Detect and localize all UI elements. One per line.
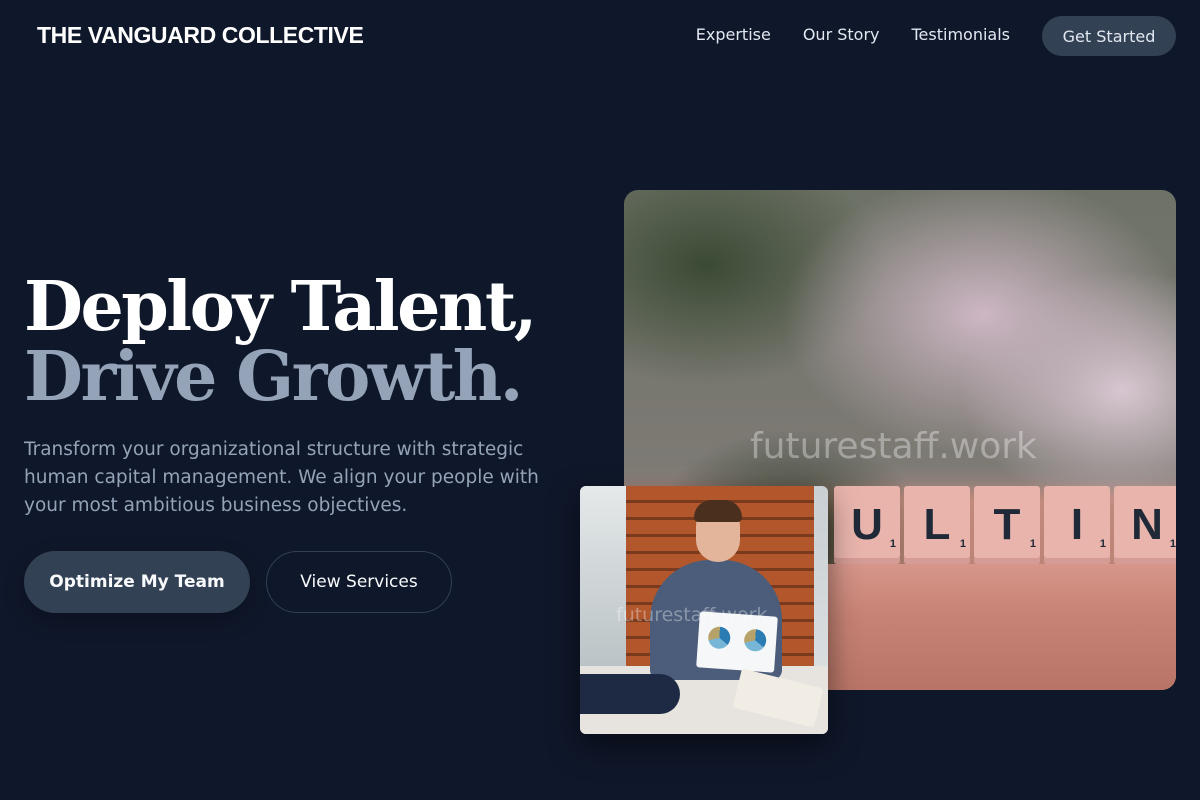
office-window bbox=[580, 486, 626, 676]
brand-logo[interactable]: THE VANGUARD COLLECTIVE bbox=[37, 22, 364, 49]
tile-letter: N bbox=[1131, 500, 1163, 549]
tile-score: 1 bbox=[1029, 538, 1036, 550]
top-navigation: THE VANGUARD COLLECTIVE Expertise Our St… bbox=[0, 0, 1200, 72]
tile-letter: I bbox=[1070, 500, 1084, 549]
nav-link-our-story[interactable]: Our Story bbox=[803, 25, 880, 44]
scrabble-tile: I1 bbox=[1044, 486, 1110, 564]
tile-score: 1 bbox=[959, 538, 966, 550]
scrabble-tiles: U1 L1 T1 I1 N1 bbox=[834, 486, 1176, 564]
tile-score: 1 bbox=[889, 538, 896, 550]
tile-letter: T bbox=[993, 500, 1021, 549]
tile-letter: L bbox=[923, 500, 951, 549]
image-watermark: futurestaff.work bbox=[616, 604, 768, 626]
hero-description: Transform your organizational structure … bbox=[24, 439, 539, 516]
scrabble-tile: T1 bbox=[974, 486, 1040, 564]
pie-chart-icon bbox=[707, 626, 731, 650]
presenter-hair bbox=[694, 500, 742, 522]
tile-score: 1 bbox=[1099, 538, 1106, 550]
headline-line-1: Deploy Talent, bbox=[24, 267, 537, 347]
image-watermark: futurestaff.work bbox=[750, 426, 1037, 467]
hero-headline: Deploy Talent, Drive Growth. bbox=[24, 267, 537, 417]
pie-chart-icon bbox=[743, 628, 767, 653]
headline-line-2: Drive Growth. bbox=[24, 337, 523, 417]
view-services-button[interactable]: View Services bbox=[266, 551, 452, 613]
nav-link-expertise[interactable]: Expertise bbox=[696, 25, 771, 44]
scrabble-tile: L1 bbox=[904, 486, 970, 564]
colleague-arm bbox=[580, 674, 680, 714]
scrabble-tile: U1 bbox=[834, 486, 900, 564]
nav-link-testimonials[interactable]: Testimonials bbox=[912, 25, 1011, 44]
get-started-button[interactable]: Get Started bbox=[1042, 16, 1176, 56]
scrabble-tile: N1 bbox=[1114, 486, 1176, 564]
hero-secondary-image: futurestaff.work bbox=[580, 486, 828, 734]
nav-links: Expertise Our Story Testimonials bbox=[696, 25, 1010, 44]
tile-score: 1 bbox=[1169, 538, 1176, 550]
tile-letter: U bbox=[851, 500, 883, 549]
optimize-team-button[interactable]: Optimize My Team bbox=[24, 551, 250, 613]
